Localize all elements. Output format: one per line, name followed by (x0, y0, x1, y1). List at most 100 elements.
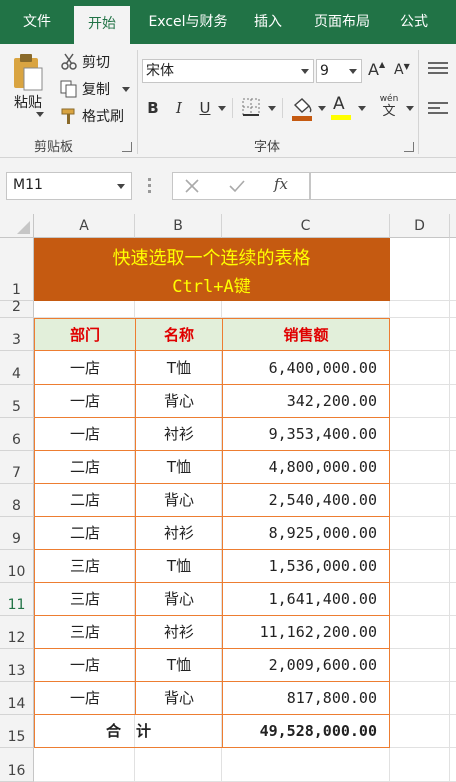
column-header-b[interactable]: B (135, 214, 222, 238)
phonetic-dropdown-icon[interactable] (406, 106, 414, 111)
table-header-cell[interactable]: 销售额 (222, 318, 390, 351)
tab-file[interactable]: 文件 (12, 0, 62, 44)
borders-button[interactable] (242, 98, 262, 118)
underline-dropdown-icon[interactable] (218, 106, 226, 111)
row-header-14[interactable]: 14 (0, 682, 34, 715)
align-left-icon[interactable] (428, 102, 448, 116)
font-size-combo[interactable]: 9 (316, 59, 362, 83)
department-cell[interactable]: 三店 (34, 550, 135, 583)
row-header-9[interactable]: 9 (0, 517, 34, 550)
department-cell[interactable]: 二店 (34, 451, 135, 484)
row-header-16[interactable]: 16 (0, 748, 34, 782)
title-merged-cell[interactable]: 快速选取一个连续的表格 Ctrl+A键 (34, 238, 390, 301)
copy-button[interactable]: 复制 (60, 79, 130, 99)
italic-button[interactable]: I (168, 96, 190, 120)
enter-check-icon[interactable] (228, 178, 246, 194)
font-color-dropdown-icon[interactable] (358, 106, 366, 111)
row-header-7[interactable]: 7 (0, 451, 34, 484)
row-header-13[interactable]: 13 (0, 649, 34, 682)
paste-button[interactable] (10, 52, 46, 92)
phonetic-guide-button[interactable]: wén 文 (376, 94, 402, 122)
department-cell[interactable]: 一店 (34, 385, 135, 418)
column-header-a[interactable]: A (34, 214, 135, 238)
cancel-icon[interactable] (184, 178, 200, 194)
select-all-button[interactable] (0, 214, 34, 238)
row-header-2[interactable]: 2 (0, 299, 34, 318)
department-cell[interactable]: 三店 (34, 583, 135, 616)
align-top-icon[interactable] (428, 62, 448, 76)
row-header-10[interactable]: 10 (0, 550, 34, 583)
bold-button[interactable]: B (142, 96, 164, 120)
cut-button[interactable]: 剪切 (60, 52, 130, 72)
department-cell[interactable]: 二店 (34, 484, 135, 517)
shrink-font-button[interactable]: A▼ (394, 62, 412, 84)
product-cell[interactable]: T恤 (135, 451, 222, 484)
sales-cell[interactable]: 4,800,000.00 (222, 451, 390, 484)
product-cell[interactable]: 背心 (135, 682, 222, 715)
sales-cell[interactable]: 1,536,000.00 (222, 550, 390, 583)
borders-dropdown-icon[interactable] (268, 106, 276, 111)
tab-insert[interactable]: 插入 (246, 0, 290, 44)
sales-cell[interactable]: 342,200.00 (222, 385, 390, 418)
department-cell[interactable]: 一店 (34, 649, 135, 682)
row-header-12[interactable]: 12 (0, 616, 34, 649)
formula-input[interactable] (310, 172, 456, 200)
row-header-1[interactable]: 1 (0, 238, 34, 301)
row-header-6[interactable]: 6 (0, 418, 34, 451)
tab-home[interactable]: 开始 (74, 6, 130, 44)
sales-cell[interactable]: 2,009,600.00 (222, 649, 390, 682)
department-cell[interactable]: 一店 (34, 351, 135, 385)
product-cell[interactable]: 背心 (135, 484, 222, 517)
copy-dropdown-icon[interactable] (122, 87, 130, 92)
sales-cell[interactable]: 817,800.00 (222, 682, 390, 715)
column-header-d[interactable]: D (390, 214, 450, 238)
name-box[interactable]: M11 (6, 172, 132, 200)
fill-color-dropdown-icon[interactable] (318, 106, 326, 111)
table-header-cell[interactable]: 部门 (34, 318, 135, 351)
product-cell[interactable]: T恤 (135, 550, 222, 583)
product-cell[interactable]: 背心 (135, 583, 222, 616)
table-header-cell[interactable]: 名称 (135, 318, 222, 351)
product-cell[interactable]: 衬衫 (135, 616, 222, 649)
column-header-c[interactable]: C (222, 214, 390, 238)
font-launcher-icon[interactable] (404, 142, 414, 152)
font-name-dropdown-icon[interactable] (301, 69, 309, 74)
font-color-button[interactable]: A (330, 94, 354, 122)
total-value-cell[interactable]: 49,528,000.00 (222, 715, 390, 748)
tab-page-layout[interactable]: 页面布局 (302, 0, 382, 44)
product-cell[interactable]: 衬衫 (135, 517, 222, 550)
row-header-5[interactable]: 5 (0, 385, 34, 418)
column-header-e[interactable] (450, 214, 456, 238)
product-cell[interactable]: 衬衫 (135, 418, 222, 451)
total-label-cell[interactable]: 合 计 (34, 715, 222, 748)
product-cell[interactable]: T恤 (135, 649, 222, 682)
product-cell[interactable]: 背心 (135, 385, 222, 418)
sales-cell[interactable]: 6,400,000.00 (222, 351, 390, 385)
row-header-3[interactable]: 3 (0, 318, 34, 351)
product-cell[interactable]: T恤 (135, 351, 222, 385)
row-header-8[interactable]: 8 (0, 484, 34, 517)
tab-excel-finance[interactable]: Excel与财务 (140, 0, 236, 44)
sales-cell[interactable]: 2,540,400.00 (222, 484, 390, 517)
tab-formulas[interactable]: 公式 (392, 0, 436, 44)
department-cell[interactable]: 二店 (34, 517, 135, 550)
fill-color-button[interactable] (290, 96, 314, 122)
grow-font-button[interactable]: A▲ (368, 60, 386, 82)
sales-cell[interactable]: 9,353,400.00 (222, 418, 390, 451)
row-header-11[interactable]: 11 (0, 583, 34, 616)
formula-bar-grip-icon[interactable] (148, 178, 152, 194)
department-cell[interactable]: 一店 (34, 418, 135, 451)
sales-cell[interactable]: 8,925,000.00 (222, 517, 390, 550)
sales-cell[interactable]: 1,641,400.00 (222, 583, 390, 616)
clipboard-launcher-icon[interactable] (122, 142, 132, 152)
underline-button[interactable]: U (194, 96, 216, 120)
font-size-dropdown-icon[interactable] (349, 69, 357, 74)
paste-dropdown-icon[interactable] (36, 112, 44, 117)
format-painter-button[interactable]: 格式刷 (60, 106, 136, 126)
row-header-4[interactable]: 4 (0, 351, 34, 385)
row-header-15[interactable]: 15 (0, 715, 34, 748)
sales-cell[interactable]: 11,162,200.00 (222, 616, 390, 649)
font-name-combo[interactable]: 宋体 (142, 59, 314, 83)
insert-function-button[interactable]: fx (274, 175, 288, 193)
department-cell[interactable]: 三店 (34, 616, 135, 649)
